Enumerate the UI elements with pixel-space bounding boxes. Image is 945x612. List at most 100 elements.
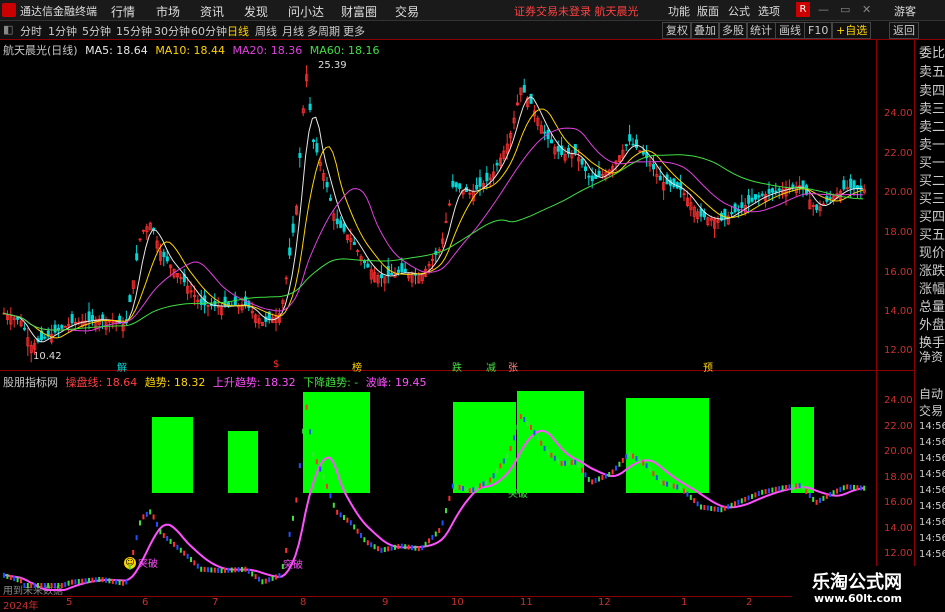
candle — [842, 180, 846, 190]
candle — [308, 103, 312, 110]
x-tick: 8 — [300, 597, 307, 608]
x-tick: 10 — [451, 597, 464, 608]
candle — [291, 223, 295, 233]
x-tick: 6 — [142, 597, 149, 608]
indicator-bar — [421, 545, 424, 551]
indicator-bar — [244, 566, 247, 572]
indicator-bar — [781, 485, 784, 491]
candle — [91, 315, 95, 321]
candle — [403, 268, 407, 273]
indicator-bar — [519, 413, 522, 419]
side-item: 卖一 — [919, 138, 945, 153]
candle — [495, 162, 499, 166]
indicator-bar — [434, 531, 437, 537]
indicator-bar — [526, 421, 529, 427]
y-tick: 14.00 — [884, 523, 913, 534]
indicator-bar — [258, 576, 260, 582]
user-guest[interactable]: 游客 — [894, 3, 916, 19]
indicator-bar — [604, 473, 607, 479]
y-tick: 12.00 — [884, 548, 913, 559]
indicator-bar — [156, 521, 158, 527]
indicator-bar — [621, 457, 624, 463]
indicator-bar — [679, 485, 682, 491]
candle — [740, 202, 744, 208]
indicator-bar — [642, 460, 645, 466]
time-entry: 14:56 — [919, 485, 945, 496]
indicator-bar — [383, 547, 386, 553]
candle — [584, 166, 588, 172]
y-tick: 22.00 — [884, 148, 913, 159]
indicator-bar — [819, 497, 821, 503]
indicator-bar — [635, 456, 638, 462]
indicator-bar — [343, 515, 345, 521]
indicator-bar — [472, 487, 475, 493]
kline-chart[interactable] — [0, 0, 876, 596]
indicator-bar — [186, 553, 189, 559]
indicator-bar — [315, 459, 318, 465]
indicator-bar — [30, 583, 33, 588]
side-item[interactable]: 交易 — [919, 402, 943, 419]
candle — [475, 185, 479, 190]
indicator-bar — [366, 540, 369, 546]
indicator-bar — [662, 480, 665, 486]
indicator-bar — [859, 485, 862, 491]
indicator-bar — [570, 460, 573, 466]
candle — [315, 143, 319, 153]
indicator-bar — [438, 528, 441, 534]
indicator-bar — [166, 535, 169, 541]
candle — [580, 158, 584, 165]
yaxis-line — [876, 40, 877, 596]
indicator-bar — [496, 468, 498, 474]
indicator-bar — [349, 520, 352, 526]
indicator-bar — [577, 463, 580, 469]
indicator-bar — [237, 567, 240, 573]
signal-block — [152, 417, 193, 493]
indicator-bar — [37, 583, 39, 588]
indicator-bar — [645, 463, 648, 469]
side-item[interactable]: 自动 — [919, 385, 943, 402]
trend-line — [2, 429, 864, 591]
indicator-bar — [468, 488, 471, 494]
indicator-bar — [747, 495, 750, 501]
side-item: 买三 — [919, 192, 945, 207]
indicator-bar — [523, 417, 526, 423]
candle — [396, 269, 400, 273]
time-entry: 14:56 — [919, 437, 945, 448]
tool-button[interactable]: 返回 — [889, 22, 919, 39]
indicator-bar — [271, 575, 274, 581]
indicator-bar — [81, 578, 84, 584]
side-item: 外盘 — [919, 318, 945, 333]
indicator-bar — [652, 471, 655, 477]
indicator-bar — [431, 534, 434, 540]
indicator-bar — [298, 463, 301, 469]
indicator-bar — [720, 507, 723, 513]
indicator-bar — [98, 577, 101, 583]
indicator-bar — [380, 547, 383, 553]
y-tick: 18.00 — [884, 227, 913, 238]
indicator-bar — [849, 484, 852, 490]
indicator-bar — [292, 515, 294, 521]
indicator-bar — [560, 461, 563, 467]
watermark-url: www.60lt.com — [814, 592, 903, 605]
candle — [590, 175, 594, 182]
indicator-bar — [638, 458, 641, 464]
indicator-bar — [683, 488, 685, 494]
indicator-bar — [540, 440, 543, 446]
indicator-bar — [108, 578, 111, 584]
indicator-bar — [278, 573, 281, 579]
x-tick: 2024年 — [3, 601, 39, 612]
side-item[interactable]: 委比 — [919, 44, 945, 64]
indicator-bar — [115, 579, 118, 585]
indicator-bar — [829, 491, 832, 497]
indicator-bar — [564, 460, 566, 466]
indicator-bar — [329, 493, 332, 499]
indicator-bar — [26, 583, 29, 588]
indicator-bar — [377, 546, 379, 552]
y-tick: 16.00 — [884, 497, 913, 508]
indicator-bar — [489, 477, 492, 483]
indicator-bar — [57, 583, 60, 588]
indicator-bar — [428, 538, 430, 544]
candle — [400, 263, 404, 273]
candle — [556, 146, 560, 152]
candle — [379, 274, 383, 279]
